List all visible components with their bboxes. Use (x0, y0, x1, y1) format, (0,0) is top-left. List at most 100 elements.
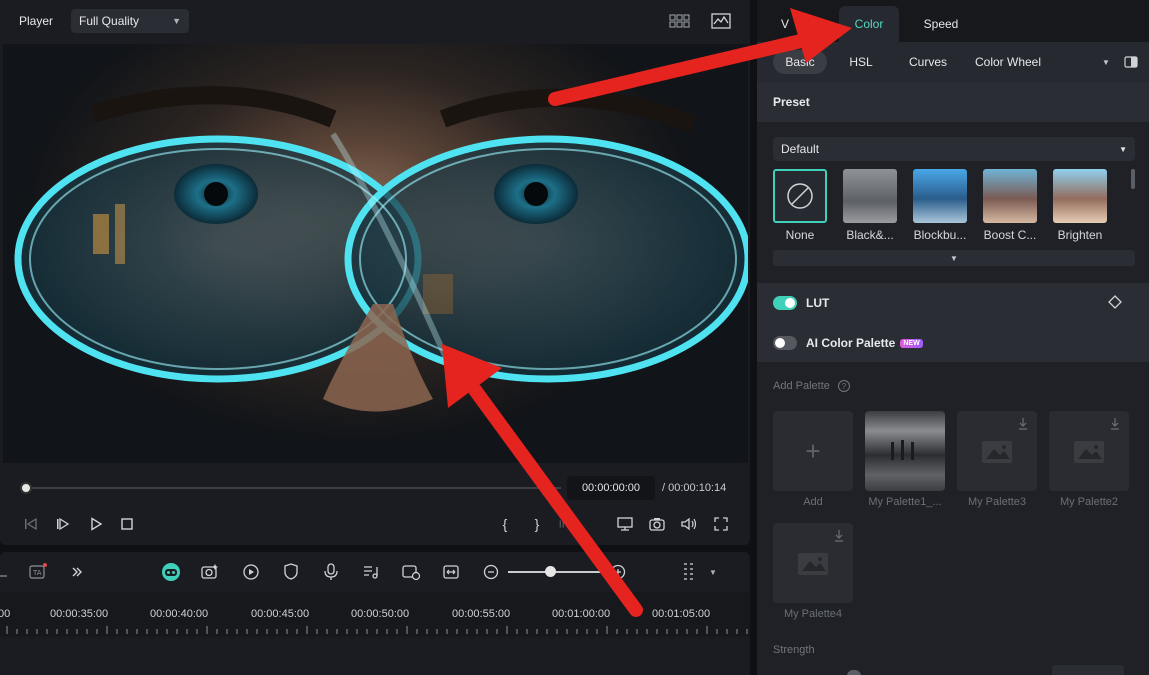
keyframe-diamond-icon[interactable] (1108, 295, 1122, 312)
subtabs-more-chevron-icon[interactable]: ▼ (1099, 50, 1113, 74)
quality-dropdown[interactable]: Full Quality ▼ (71, 9, 190, 33)
ruler-label: 00:01:05:00 (652, 608, 711, 620)
preset-label: Boost C... (983, 228, 1037, 242)
preset-label: Blockbu... (913, 228, 967, 242)
subtab-curves[interactable]: Curves (903, 50, 953, 74)
preset-thumb-brighten[interactable] (1053, 169, 1107, 223)
subtab-basic[interactable]: Basic (773, 50, 827, 74)
track-layout-icon[interactable] (678, 561, 700, 583)
grid-view-icon[interactable] (668, 11, 690, 31)
clip-settings-icon[interactable] (400, 561, 422, 583)
subtab-hsl[interactable]: HSL (841, 50, 881, 74)
ai-robot-icon[interactable] (160, 561, 182, 583)
playback-controls: { } (0, 512, 750, 536)
playback-scrubber[interactable] (20, 480, 565, 496)
ai-color-palette-toggle[interactable] (773, 336, 797, 350)
color-subtabs: Basic HSL Curves Color Wheel ▼ (757, 42, 1149, 82)
crop-icon[interactable] (0, 561, 12, 583)
play-icon[interactable] (85, 512, 107, 536)
add-palette-button[interactable]: + (773, 411, 853, 491)
palette-label: My Palette4 (783, 608, 843, 620)
compare-view-icon[interactable] (1123, 50, 1139, 74)
snapshot-icon[interactable] (646, 512, 668, 536)
music-list-icon[interactable] (360, 561, 382, 583)
ruler-label: 00:00:50:00 (351, 608, 410, 620)
preset-section-header[interactable]: Preset (757, 82, 1149, 122)
preset-dropdown[interactable]: Default ▼ (773, 137, 1135, 161)
ai-effects-icon[interactable] (199, 561, 221, 583)
split-icon[interactable] (558, 512, 580, 536)
image-placeholder-icon (798, 553, 828, 575)
speed-ramp-icon[interactable] (240, 561, 262, 583)
preview-frame-graphic (14, 86, 748, 412)
download-icon[interactable] (833, 529, 845, 548)
palette-thumb-my-palette4[interactable] (773, 523, 853, 603)
preset-thumb-black-white[interactable] (843, 169, 897, 223)
download-icon[interactable] (1109, 417, 1121, 436)
lut-toggle[interactable] (773, 296, 797, 310)
volume-icon[interactable] (678, 512, 700, 536)
expand-presets-button[interactable]: ▼ (773, 250, 1135, 266)
new-badge: NEW (900, 338, 923, 348)
tab-video[interactable]: V (775, 6, 795, 42)
no-filter-icon (787, 183, 813, 209)
image-placeholder-icon (1074, 441, 1104, 463)
video-preview[interactable] (3, 44, 748, 463)
playhead-knob[interactable] (20, 482, 32, 494)
zoom-slider-knob[interactable] (545, 566, 556, 577)
total-duration: / 00:00:10:14 (662, 482, 727, 494)
play-frame-icon[interactable] (52, 512, 74, 536)
quality-value: Full Quality (79, 14, 140, 28)
timeline-ruler[interactable]: 00 00:00:35:00 00:00:40:00 00:00:45:00 0… (0, 592, 750, 637)
preset-label: None (785, 228, 815, 242)
palette-label: My Palette3 (967, 496, 1027, 508)
tab-speed[interactable]: Speed (913, 6, 969, 42)
player-label: Player (19, 14, 54, 28)
preset-thumb-none[interactable] (773, 169, 827, 223)
palette-thumb-my-palette3[interactable] (957, 411, 1037, 491)
ruler-label: 00:00:40:00 (150, 608, 209, 620)
more-tools-icon[interactable] (66, 561, 88, 583)
image-placeholder-icon (982, 441, 1012, 463)
ruler-ticks (6, 626, 748, 634)
add-palette-header: Add Palette ? (773, 380, 850, 392)
palette-thumb-my-palette2[interactable] (1049, 411, 1129, 491)
zoom-out-icon[interactable] (480, 561, 502, 583)
help-icon[interactable]: ? (837, 380, 850, 392)
fit-width-icon[interactable] (440, 561, 462, 583)
strength-value-field[interactable] (1052, 665, 1124, 675)
strength-slider-knob[interactable] (847, 670, 861, 675)
preset-section: Default ▼ None Black&... Blockbu... Boos… (757, 122, 1149, 282)
tab-color[interactable]: Color (839, 6, 899, 42)
subtab-color-wheel[interactable]: Color Wheel (975, 50, 1049, 74)
palette-thumb-my-palette1[interactable] (865, 411, 945, 491)
palette-label: My Palette1_... (868, 496, 942, 508)
app-root: Player Full Quality ▼ 00:00:00:00 / 00:0… (0, 0, 1149, 675)
mark-in-button[interactable]: { (494, 512, 516, 536)
mark-out-button[interactable]: } (526, 512, 548, 536)
timeline-panel: TA ▼ 00 00:00:35:00 00:00:40:00 00:00:45… (0, 552, 750, 675)
ai-text-icon[interactable]: TA (27, 561, 49, 583)
microphone-icon[interactable] (320, 561, 342, 583)
preset-dropdown-value: Default (781, 142, 820, 156)
waveform-icon[interactable] (710, 11, 732, 31)
strength-label: Strength (773, 644, 815, 656)
preset-thumb-blockbuster[interactable] (913, 169, 967, 223)
previous-frame-icon[interactable] (20, 512, 42, 536)
preset-scrollbar[interactable] (1131, 169, 1135, 189)
chevron-down-icon: ▼ (172, 16, 182, 26)
stop-icon[interactable] (116, 512, 138, 536)
zoom-in-icon[interactable] (607, 561, 629, 583)
scrubber-track[interactable] (26, 487, 561, 489)
fullscreen-icon[interactable] (710, 512, 732, 536)
properties-panel: V Color Speed Basic HSL Curves Color Whe… (757, 0, 1149, 675)
current-timecode[interactable]: 00:00:00:00 (567, 476, 655, 500)
palette-section: Add Palette ? + Add My Palette1_... My P… (757, 362, 1149, 675)
display-icon[interactable] (614, 512, 636, 536)
download-icon[interactable] (1017, 417, 1029, 436)
mask-shield-icon[interactable] (280, 561, 302, 583)
layout-dropdown-chevron-icon[interactable]: ▼ (702, 561, 724, 583)
palette-label: Add (803, 496, 823, 508)
zoom-slider-track[interactable] (508, 571, 608, 573)
preset-thumb-boost-color[interactable] (983, 169, 1037, 223)
